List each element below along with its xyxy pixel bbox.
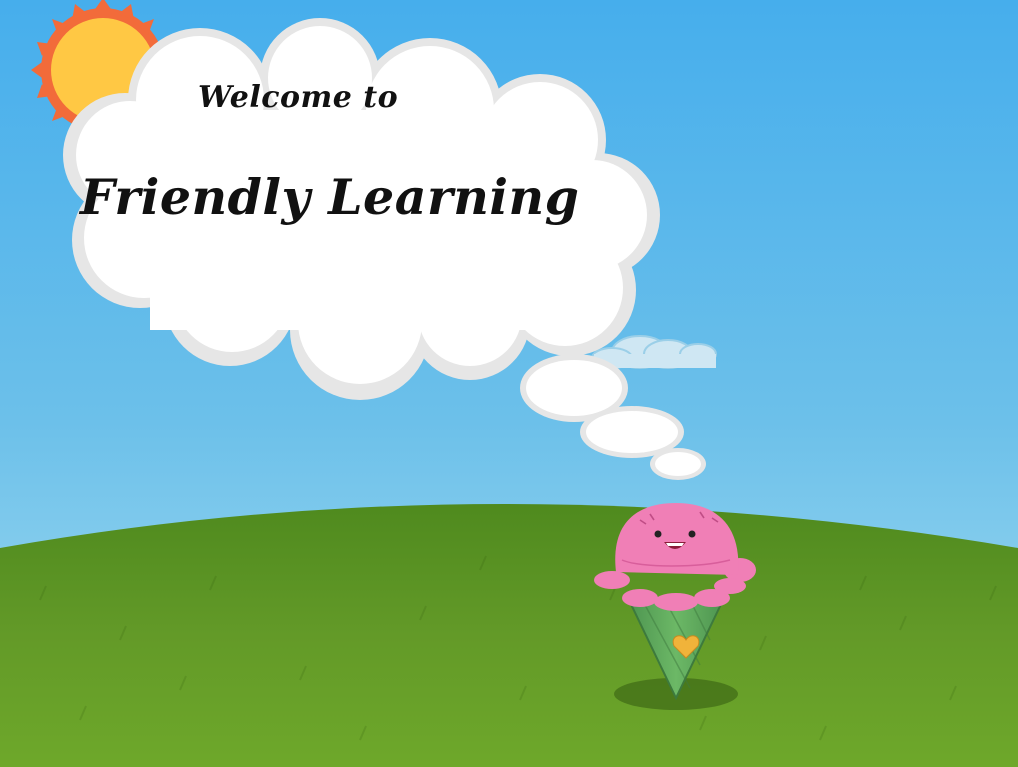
grass-hill [0,504,1018,767]
scene-background [0,0,1018,767]
welcome-scene: Welcome to Friendly Learning [0,0,1018,767]
app-title: Friendly Learning [80,168,580,226]
welcome-line: Welcome to [198,80,399,115]
